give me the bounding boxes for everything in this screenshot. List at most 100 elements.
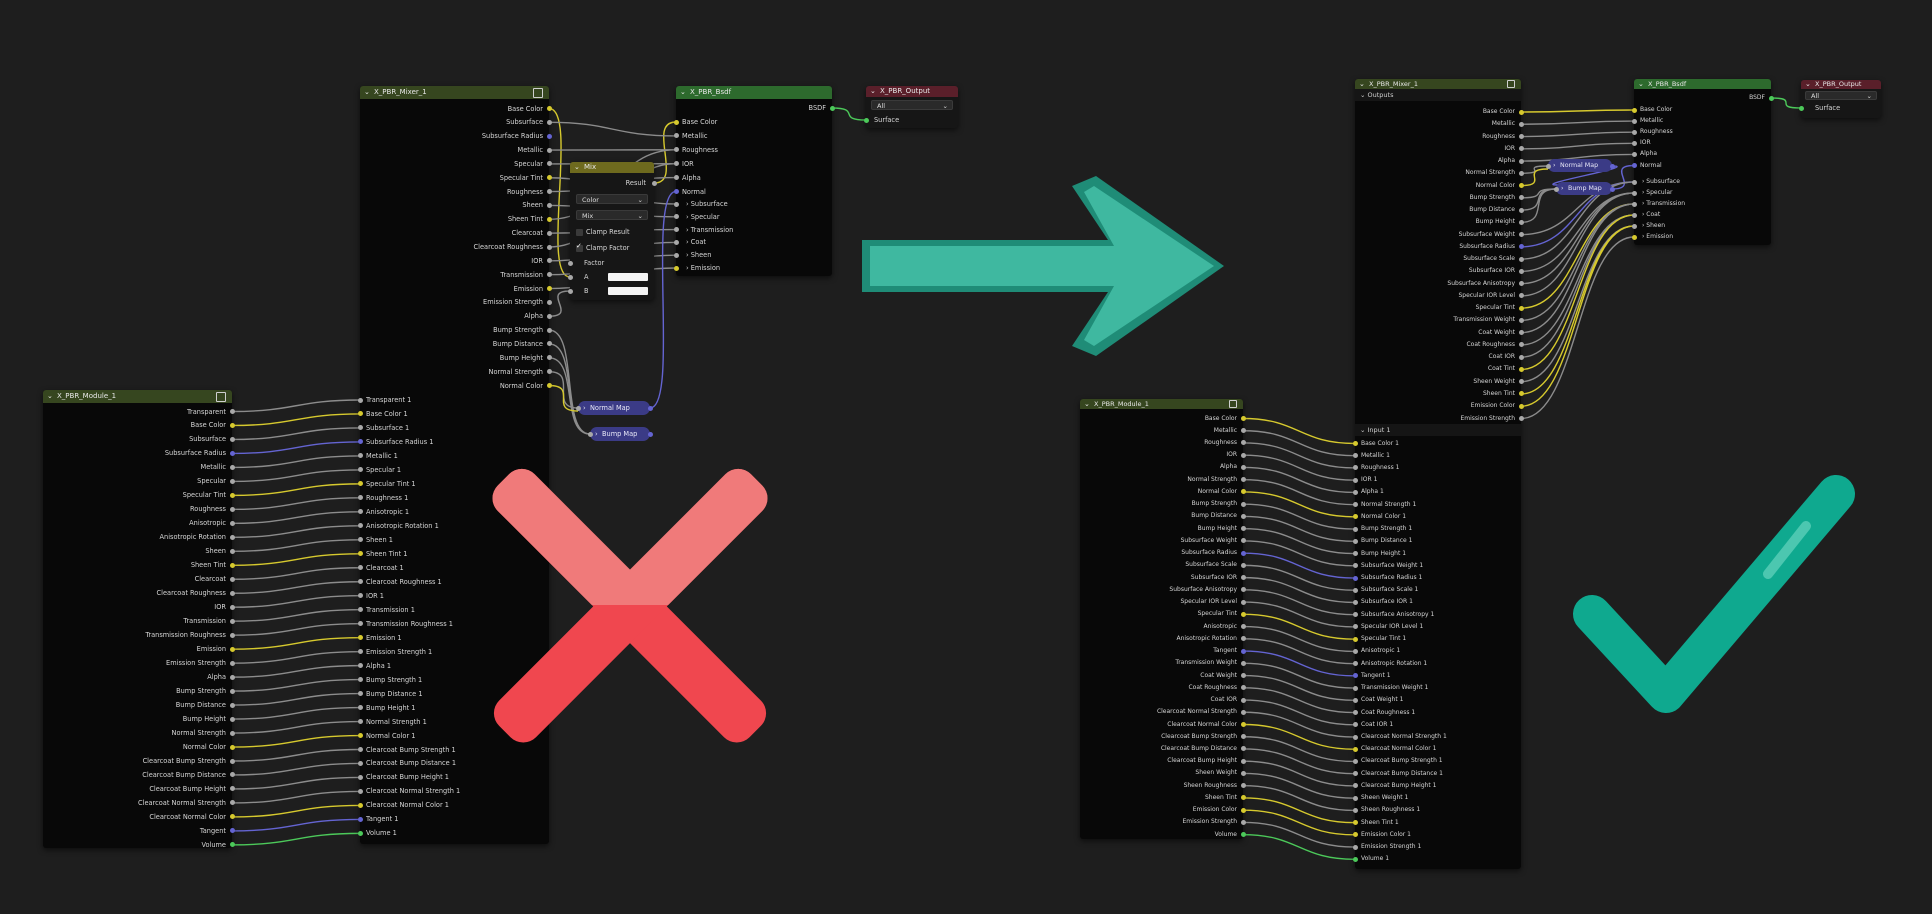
sheen-roughness-socket[interactable] xyxy=(1240,783,1246,789)
specular-tint-socket[interactable] xyxy=(229,492,235,498)
ior-socket[interactable] xyxy=(229,604,235,610)
bump-strength-socket[interactable] xyxy=(1240,501,1246,507)
specular-panel[interactable]: › Specular xyxy=(686,213,720,221)
anisotropic-rotation-1-socket[interactable] xyxy=(1352,661,1358,667)
chevron-down-icon[interactable]: ⌄ xyxy=(574,162,580,173)
bump-height-1-socket[interactable] xyxy=(357,705,363,711)
bump-height-socket[interactable] xyxy=(546,355,552,361)
specular-tint-1-socket[interactable] xyxy=(1352,636,1358,642)
normal-strength-socket[interactable] xyxy=(229,730,235,736)
subsurface-radius-socket[interactable] xyxy=(1518,244,1524,250)
specular-socket[interactable] xyxy=(546,161,552,167)
bump-distance-1-socket[interactable] xyxy=(357,691,363,697)
bump-distance-socket[interactable] xyxy=(1240,513,1246,519)
specular-tint-socket[interactable] xyxy=(546,175,552,181)
sheen-weight-socket[interactable] xyxy=(1518,379,1524,385)
metallic-1-socket[interactable] xyxy=(1352,453,1358,459)
surface-socket[interactable] xyxy=(863,117,869,123)
sheen-tint-1-socket[interactable] xyxy=(357,551,363,557)
ior-socket[interactable] xyxy=(1631,140,1637,146)
subsurface-radius-socket[interactable] xyxy=(546,133,552,139)
coat-weight-socket[interactable] xyxy=(1240,673,1246,679)
metallic-socket[interactable] xyxy=(1240,428,1246,434)
transmission-weight-1-socket[interactable] xyxy=(1352,685,1358,691)
bump-height-socket[interactable] xyxy=(1240,526,1246,532)
emission-color-socket[interactable] xyxy=(1240,807,1246,813)
transparent-socket[interactable] xyxy=(229,409,235,414)
alpha-socket[interactable] xyxy=(229,674,235,680)
coat-panel[interactable]: › Coat xyxy=(1642,211,1660,219)
mix-b-color-swatch[interactable] xyxy=(608,287,648,295)
node-group-icon[interactable] xyxy=(1507,80,1515,88)
chevron-down-icon[interactable]: ⌄ xyxy=(870,86,876,97)
specular-tint-socket[interactable] xyxy=(1518,305,1524,311)
anisotropic-rotation-socket[interactable] xyxy=(229,534,235,540)
strength-socket[interactable] xyxy=(587,431,593,437)
metallic-socket[interactable] xyxy=(546,147,552,153)
normal-strength-1-socket[interactable] xyxy=(1352,502,1358,508)
right-output-header[interactable]: ⌄ X_PBR_Output xyxy=(1801,80,1881,89)
ior-socket[interactable] xyxy=(1240,452,1246,458)
sheen-weight-socket[interactable] xyxy=(1240,770,1246,776)
ior-socket[interactable] xyxy=(673,161,679,167)
strength-socket[interactable] xyxy=(1545,163,1551,169)
bsdf-socket[interactable] xyxy=(1768,95,1774,101)
emission-strength-socket[interactable] xyxy=(1240,819,1246,825)
clearcoat-socket[interactable] xyxy=(546,230,552,236)
alpha-socket[interactable] xyxy=(546,313,552,319)
transmission-weight-socket[interactable] xyxy=(1518,317,1524,323)
chevron-down-icon[interactable]: ⌄ xyxy=(1359,79,1365,89)
normal-color-socket[interactable] xyxy=(546,383,552,388)
normal-color-1-socket[interactable] xyxy=(1352,514,1358,520)
emission-strength-1-socket[interactable] xyxy=(1352,844,1358,850)
bump-strength-socket[interactable] xyxy=(229,688,235,694)
ior-socket[interactable] xyxy=(546,258,552,264)
roughness-socket[interactable] xyxy=(229,506,235,512)
bump-height-1-socket[interactable] xyxy=(1352,551,1358,557)
b-socket[interactable] xyxy=(567,288,573,294)
transmission-socket[interactable] xyxy=(229,618,235,624)
alpha-socket[interactable] xyxy=(1518,158,1524,164)
transmission-panel[interactable]: › Transmission xyxy=(1642,200,1685,208)
emission-strength-socket[interactable] xyxy=(546,299,552,305)
normal-strength-socket[interactable] xyxy=(546,369,552,375)
input-panel-header[interactable]: ⌄ Input 1 xyxy=(1355,424,1521,436)
surface-socket[interactable] xyxy=(1798,105,1804,111)
volume-1-socket[interactable] xyxy=(357,830,363,836)
strength-socket[interactable] xyxy=(575,405,581,411)
node-editor-canvas[interactable]: ⌄ X_PBR_Module_1 ⌄ X_PBR_Mixer_1 ⌄ Mix Resu… xyxy=(0,0,1932,914)
anisotropic-rotation-1-socket[interactable] xyxy=(357,523,363,529)
clearcoat-bump-strength-1-socket[interactable] xyxy=(1352,758,1358,764)
emission-strength-1-socket[interactable] xyxy=(357,649,363,655)
chevron-down-icon[interactable]: ⌄ xyxy=(1638,79,1644,89)
coat-socket[interactable] xyxy=(1631,212,1637,218)
normal-strength-socket[interactable] xyxy=(1518,170,1524,176)
anisotropic-1-socket[interactable] xyxy=(1352,648,1358,654)
clearcoat-normal-color-1-socket[interactable] xyxy=(357,802,363,808)
tangent-1-socket[interactable] xyxy=(1352,673,1358,679)
normal-socket[interactable] xyxy=(1631,163,1637,168)
clearcoat-bump-strength-socket[interactable] xyxy=(1240,734,1246,740)
normal-color-socket[interactable] xyxy=(1518,183,1524,189)
metallic-socket[interactable] xyxy=(673,133,679,139)
subsurface-socket[interactable] xyxy=(229,436,235,442)
coat-ior-socket[interactable] xyxy=(1240,697,1246,703)
specular-tint-socket[interactable] xyxy=(1240,611,1246,617)
subsurface-radius-socket[interactable] xyxy=(1240,550,1246,556)
coat-panel[interactable]: › Coat xyxy=(686,238,706,246)
subsurface-ior-1-socket[interactable] xyxy=(1352,599,1358,605)
base-color-1-socket[interactable] xyxy=(1352,441,1358,446)
transmission-roughness-socket[interactable] xyxy=(229,632,235,638)
right-mixer-header[interactable]: ⌄ X_PBR_Mixer_1 xyxy=(1355,79,1521,89)
right-bsdf-header[interactable]: ⌄ X_PBR_Bsdf xyxy=(1634,79,1771,89)
sheen-socket[interactable] xyxy=(673,252,679,258)
a-socket[interactable] xyxy=(567,274,573,280)
normal-socket[interactable] xyxy=(1609,186,1615,192)
subsurface-socket[interactable] xyxy=(673,201,679,207)
specular-ior-level-socket[interactable] xyxy=(1518,293,1524,299)
transmission-socket[interactable] xyxy=(546,272,552,278)
normal-socket[interactable] xyxy=(1609,163,1615,169)
subsurface-weight-socket[interactable] xyxy=(1240,538,1246,544)
alpha-socket[interactable] xyxy=(673,175,679,181)
coat-weight-socket[interactable] xyxy=(1518,330,1524,336)
